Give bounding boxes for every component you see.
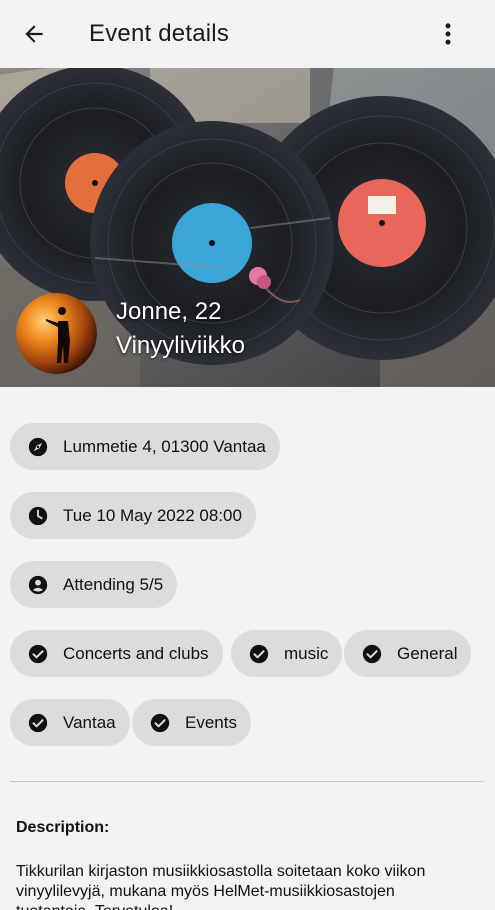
event-title: Vinyyliviikko <box>116 332 245 359</box>
more-options-button[interactable] <box>428 14 468 54</box>
description-label: Description: <box>16 819 110 836</box>
compass-icon <box>27 436 49 458</box>
back-button[interactable] <box>14 14 54 54</box>
tag-chip[interactable]: music <box>231 630 343 677</box>
datetime-text: Tue 10 May 2022 08:00 <box>63 505 242 525</box>
tag-label: Concerts and clubs <box>63 643 209 663</box>
attending-chip[interactable]: Attending 5/5 <box>10 561 178 608</box>
host-avatar[interactable] <box>16 293 97 374</box>
arrow-left-icon <box>25 25 43 43</box>
account-circle-icon <box>27 574 49 596</box>
address-text: Lummetie 4, 01300 Vantaa <box>63 436 266 456</box>
more-vertical-icon <box>445 23 451 45</box>
divider <box>10 781 484 782</box>
tag-label: music <box>284 643 329 663</box>
tag-label: Events <box>185 712 237 732</box>
tag-chip[interactable]: Events <box>132 699 251 746</box>
check-circle-icon <box>248 643 270 665</box>
tag-chip[interactable]: General <box>344 630 472 677</box>
check-circle-icon <box>149 712 171 734</box>
tag-label: Vantaa <box>63 712 116 732</box>
check-circle-icon <box>27 643 49 665</box>
tag-label: General <box>397 643 458 663</box>
attending-text: Attending 5/5 <box>63 574 164 594</box>
address-chip[interactable]: Lummetie 4, 01300 Vantaa <box>10 423 280 470</box>
tag-chip[interactable]: Concerts and clubs <box>10 630 223 677</box>
datetime-chip[interactable]: Tue 10 May 2022 08:00 <box>10 492 256 539</box>
page-title: Event details <box>89 20 230 47</box>
check-circle-icon <box>27 712 49 734</box>
description-text: Tikkurilan kirjaston musiikkiosastolla s… <box>16 863 426 910</box>
tag-chip[interactable]: Vantaa <box>10 699 130 746</box>
check-circle-icon <box>361 643 383 665</box>
host-name: Jonne, 22 <box>116 298 222 325</box>
app-bar: Event details <box>0 0 495 68</box>
clock-icon <box>27 505 49 527</box>
